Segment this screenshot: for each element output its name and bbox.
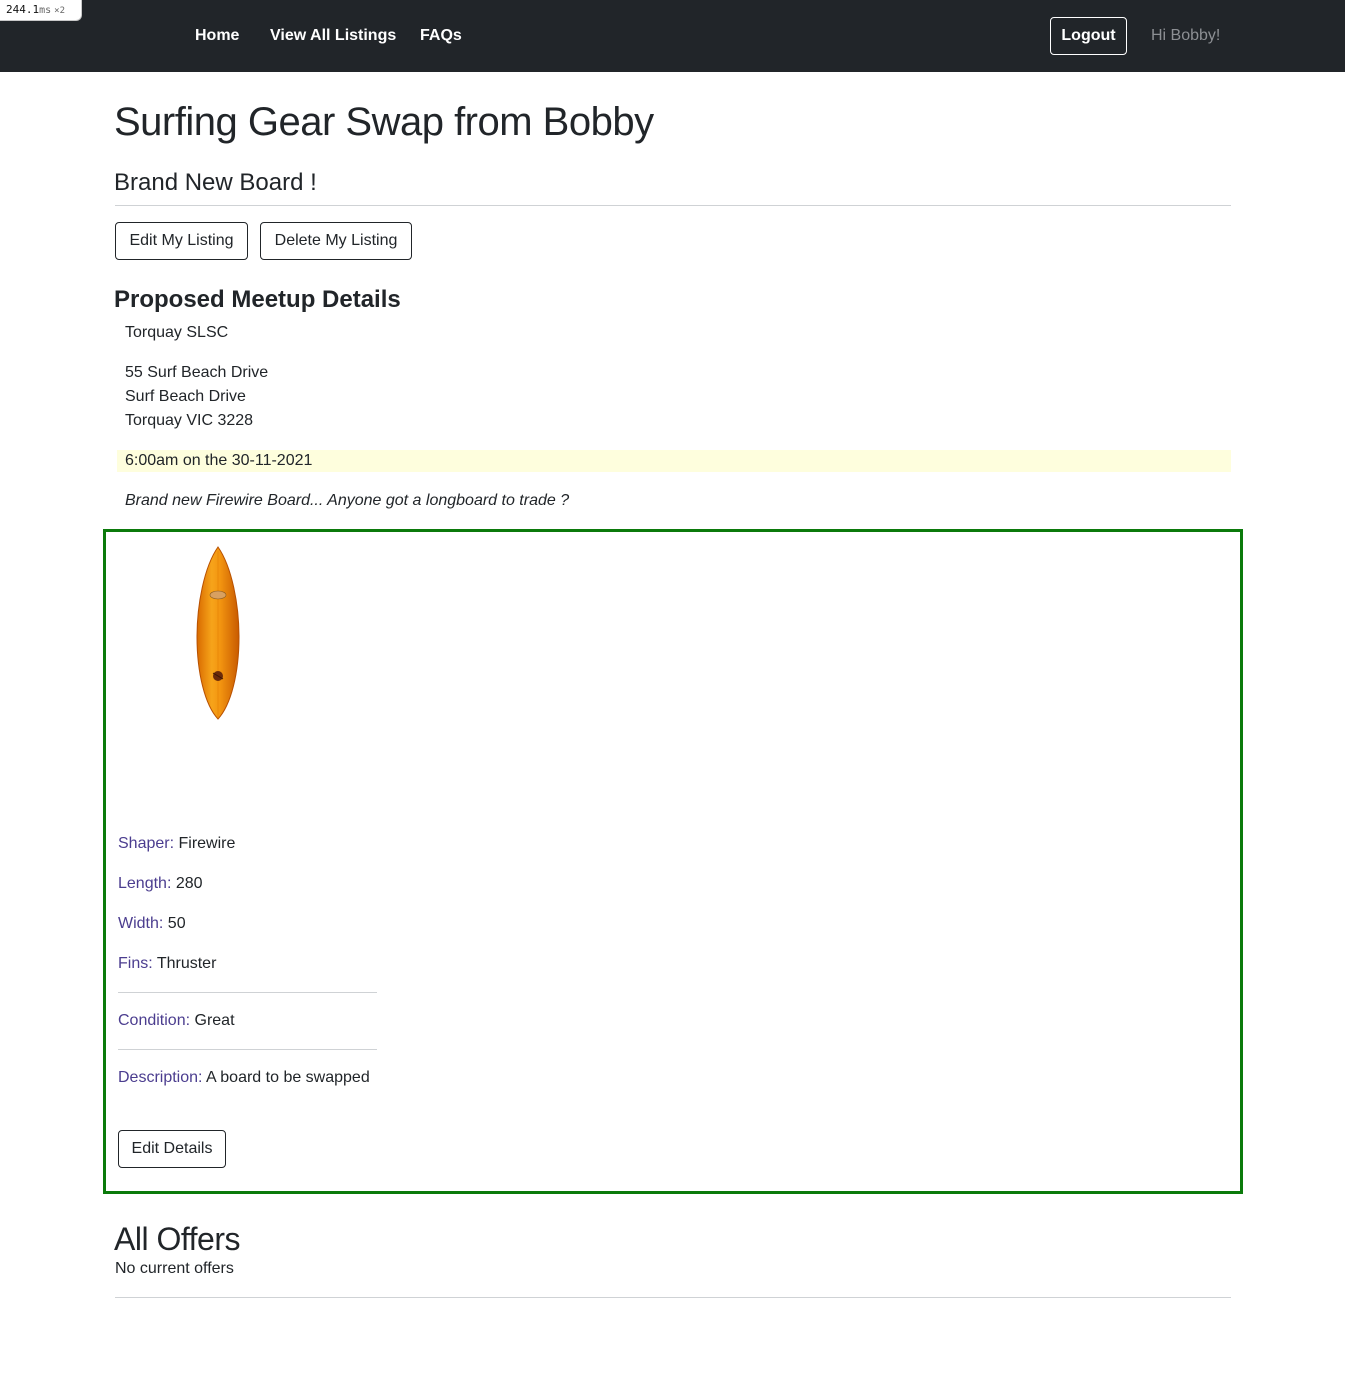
- spec-width: Width: 50: [118, 912, 378, 936]
- meetup-venue: Torquay SLSC: [125, 324, 229, 341]
- divider: [118, 992, 377, 993]
- divider: [115, 1297, 1231, 1298]
- perf-badge: 244.1ms ×2: [0, 0, 82, 21]
- spec-length: Length: 280: [118, 872, 378, 896]
- spec-length-value: 280: [175, 875, 203, 892]
- spec-fins-label: Fins:: [118, 955, 153, 972]
- offers-heading: All Offers: [114, 1221, 241, 1257]
- top-navbar: Home View All Listings FAQs Logout Hi Bo…: [0, 0, 1345, 72]
- spec-shaper: Shaper: Firewire: [118, 832, 378, 856]
- logout-button[interactable]: Logout: [1050, 17, 1127, 55]
- spec-fins-value: Thruster: [156, 955, 217, 972]
- spec-condition-label: Condition:: [118, 1012, 191, 1029]
- offers-empty-message: No current offers: [115, 1260, 234, 1277]
- divider: [118, 1049, 377, 1050]
- meetup-notes: Brand new Firewire Board... Anyone got a…: [125, 492, 570, 509]
- address-line: Surf Beach Drive: [125, 388, 246, 405]
- nav-faqs-link[interactable]: FAQs: [420, 26, 462, 46]
- page-title: Surfing Gear Swap from Bobby: [114, 100, 654, 144]
- surfboard-image: [196, 546, 240, 720]
- perf-unit: ms: [39, 5, 52, 16]
- meetup-address: 55 Surf Beach Drive Surf Beach Drive Tor…: [125, 361, 268, 433]
- divider: [115, 205, 1231, 206]
- spec-shaper-label: Shaper:: [118, 835, 175, 852]
- spec-shaper-value: Firewire: [178, 835, 236, 852]
- nav-view-all-listings-link[interactable]: View All Listings: [270, 26, 396, 46]
- meetup-heading: Proposed Meetup Details: [114, 286, 401, 313]
- address-line: Torquay VIC 3228: [125, 412, 254, 429]
- spec-condition: Condition: Great: [118, 1009, 378, 1033]
- spec-length-label: Length:: [118, 875, 172, 892]
- perf-multiplier: ×2: [54, 6, 66, 16]
- board-card: [103, 529, 1243, 1194]
- edit-listing-button[interactable]: Edit My Listing: [115, 222, 248, 260]
- nav-home-link[interactable]: Home: [195, 26, 239, 46]
- spec-description: Description: A board to be swapped: [118, 1066, 378, 1090]
- address-line: 55 Surf Beach Drive: [125, 364, 269, 381]
- spec-width-label: Width:: [118, 915, 164, 932]
- spec-description-value: A board to be swapped: [206, 1069, 370, 1086]
- spec-description-label: Description:: [118, 1069, 203, 1086]
- perf-value: 244.1: [6, 3, 40, 16]
- user-greeting: Hi Bobby!: [1151, 27, 1221, 44]
- delete-listing-button[interactable]: Delete My Listing: [260, 222, 412, 260]
- spec-width-value: 50: [167, 915, 186, 932]
- spec-condition-value: Great: [194, 1012, 235, 1029]
- spec-fins: Fins: Thruster: [118, 952, 378, 976]
- edit-details-button[interactable]: Edit Details: [118, 1130, 226, 1168]
- meetup-time: 6:00am on the 30-11-2021: [125, 452, 313, 469]
- listing-title: Brand New Board !: [114, 169, 317, 196]
